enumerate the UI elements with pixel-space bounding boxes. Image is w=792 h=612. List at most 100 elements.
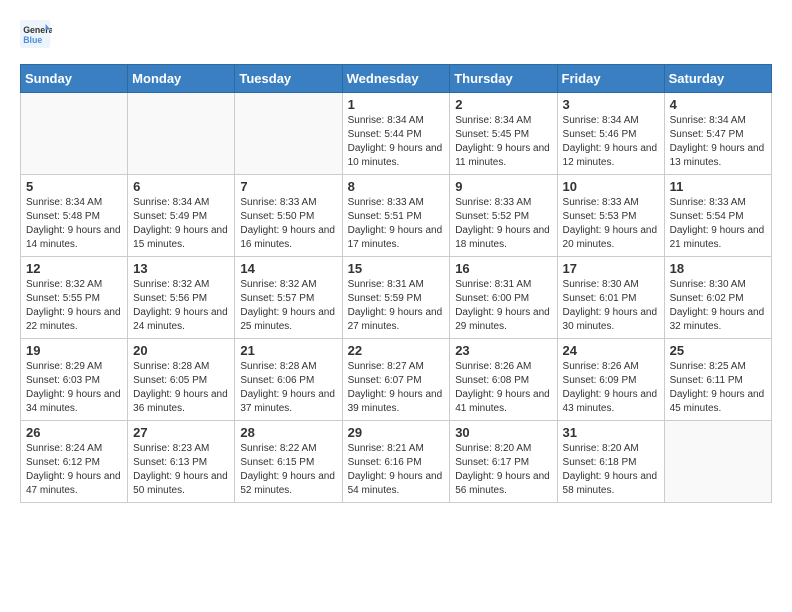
calendar-cell: 13 Sunrise: 8:32 AM Sunset: 5:56 PM Dayli… — [128, 257, 235, 339]
calendar-cell: 4 Sunrise: 8:34 AM Sunset: 5:47 PM Daylig… — [664, 93, 771, 175]
calendar-cell: 2Sunrise: 8:34 AM Sunset: 5:45 PM Daylig… — [450, 93, 557, 175]
calendar-cell: 11 Sunrise: 8:33 AM Sunset: 5:54 PM Dayli… — [664, 175, 771, 257]
cell-info: Sunrise: 8:20 AM Sunset: 6:18 PM Dayligh… — [563, 442, 659, 498]
cell-info: Sunrise: 8:27 AM Sunset: 6:07 PM Dayligh… — [348, 360, 445, 416]
cell-date-number: 4 — [670, 97, 766, 112]
calendar-cell: 14Sunrise: 8:32 AM Sunset: 5:57 PM Dayli… — [235, 257, 342, 339]
cell-date-number: 24 — [563, 343, 659, 358]
weekday-header-monday: Monday — [128, 65, 235, 93]
calendar-cell: 29 Sunrise: 8:21 AM Sunset: 6:16 PM Dayli… — [342, 421, 450, 503]
cell-date-number: 11 — [670, 179, 766, 194]
calendar-cell: 20 Sunrise: 8:28 AM Sunset: 6:05 PM Dayli… — [128, 339, 235, 421]
calendar-week-row: 5 Sunrise: 8:34 AM Sunset: 5:48 PM Daylig… — [21, 175, 772, 257]
cell-info: Sunrise: 8:20 AM Sunset: 6:17 PM Dayligh… — [455, 442, 551, 498]
calendar-cell: 5 Sunrise: 8:34 AM Sunset: 5:48 PM Daylig… — [21, 175, 128, 257]
calendar-cell — [235, 93, 342, 175]
cell-date-number: 12 — [26, 261, 122, 276]
cell-date-number: 16 — [455, 261, 551, 276]
calendar-cell: 26 Sunrise: 8:24 AM Sunset: 6:12 PM Dayli… — [21, 421, 128, 503]
cell-info: Sunrise: 8:33 AM Sunset: 5:51 PM Dayligh… — [348, 196, 445, 252]
page-header: General Blue — [20, 20, 772, 48]
cell-date-number: 29 — [348, 425, 445, 440]
cell-info: Sunrise: 8:34 AM Sunset: 5:49 PM Dayligh… — [133, 196, 229, 252]
cell-info: Sunrise: 8:25 AM Sunset: 6:11 PM Dayligh… — [670, 360, 766, 416]
cell-info: Sunrise: 8:34 AM Sunset: 5:48 PM Dayligh… — [26, 196, 122, 252]
calendar-cell: 19Sunrise: 8:29 AM Sunset: 6:03 PM Dayli… — [21, 339, 128, 421]
cell-info: Sunrise: 8:32 AM Sunset: 5:57 PM Dayligh… — [240, 278, 336, 334]
cell-date-number: 28 — [240, 425, 336, 440]
cell-info: Sunrise: 8:21 AM Sunset: 6:16 PM Dayligh… — [348, 442, 445, 498]
calendar-cell: 10 Sunrise: 8:33 AM Sunset: 5:53 PM Dayli… — [557, 175, 664, 257]
weekday-header-thursday: Thursday — [450, 65, 557, 93]
calendar-table: SundayMondayTuesdayWednesdayThursdayFrid… — [20, 64, 772, 503]
calendar-cell: 30Sunrise: 8:20 AM Sunset: 6:17 PM Dayli… — [450, 421, 557, 503]
cell-date-number: 8 — [348, 179, 445, 194]
cell-info: Sunrise: 8:33 AM Sunset: 5:50 PM Dayligh… — [240, 196, 336, 252]
calendar-cell: 8 Sunrise: 8:33 AM Sunset: 5:51 PM Daylig… — [342, 175, 450, 257]
weekday-header-tuesday: Tuesday — [235, 65, 342, 93]
cell-date-number: 18 — [670, 261, 766, 276]
cell-date-number: 10 — [563, 179, 659, 194]
calendar-cell: 27 Sunrise: 8:23 AM Sunset: 6:13 PM Dayli… — [128, 421, 235, 503]
cell-date-number: 15 — [348, 261, 445, 276]
calendar-week-row: 1Sunrise: 8:34 AM Sunset: 5:44 PM Daylig… — [21, 93, 772, 175]
calendar-cell: 17Sunrise: 8:30 AM Sunset: 6:01 PM Dayli… — [557, 257, 664, 339]
cell-date-number: 31 — [563, 425, 659, 440]
calendar-week-row: 12 Sunrise: 8:32 AM Sunset: 5:55 PM Dayli… — [21, 257, 772, 339]
calendar-cell — [128, 93, 235, 175]
calendar-cell: 25 Sunrise: 8:25 AM Sunset: 6:11 PM Dayli… — [664, 339, 771, 421]
calendar-cell: 1Sunrise: 8:34 AM Sunset: 5:44 PM Daylig… — [342, 93, 450, 175]
cell-info: Sunrise: 8:34 AM Sunset: 5:47 PM Dayligh… — [670, 114, 766, 170]
calendar-cell: 21 Sunrise: 8:28 AM Sunset: 6:06 PM Dayli… — [235, 339, 342, 421]
cell-info: Sunrise: 8:26 AM Sunset: 6:08 PM Dayligh… — [455, 360, 551, 416]
cell-date-number: 7 — [240, 179, 336, 194]
calendar-cell: 28 Sunrise: 8:22 AM Sunset: 6:15 PM Dayli… — [235, 421, 342, 503]
weekday-header-friday: Friday — [557, 65, 664, 93]
cell-info: Sunrise: 8:28 AM Sunset: 6:05 PM Dayligh… — [133, 360, 229, 416]
cell-date-number: 21 — [240, 343, 336, 358]
weekday-header-wednesday: Wednesday — [342, 65, 450, 93]
calendar-cell — [664, 421, 771, 503]
svg-text:Blue: Blue — [23, 35, 42, 45]
calendar-cell: 3 Sunrise: 8:34 AM Sunset: 5:46 PM Daylig… — [557, 93, 664, 175]
calendar-cell: 24 Sunrise: 8:26 AM Sunset: 6:09 PM Dayli… — [557, 339, 664, 421]
cell-date-number: 19 — [26, 343, 122, 358]
calendar-cell: 23Sunrise: 8:26 AM Sunset: 6:08 PM Dayli… — [450, 339, 557, 421]
cell-date-number: 26 — [26, 425, 122, 440]
cell-date-number: 6 — [133, 179, 229, 194]
cell-date-number: 22 — [348, 343, 445, 358]
cell-info: Sunrise: 8:33 AM Sunset: 5:52 PM Dayligh… — [455, 196, 551, 252]
cell-info: Sunrise: 8:32 AM Sunset: 5:56 PM Dayligh… — [133, 278, 229, 334]
cell-date-number: 20 — [133, 343, 229, 358]
cell-info: Sunrise: 8:34 AM Sunset: 5:46 PM Dayligh… — [563, 114, 659, 170]
cell-date-number: 17 — [563, 261, 659, 276]
cell-date-number: 13 — [133, 261, 229, 276]
cell-date-number: 5 — [26, 179, 122, 194]
cell-info: Sunrise: 8:22 AM Sunset: 6:15 PM Dayligh… — [240, 442, 336, 498]
calendar-cell: 31 Sunrise: 8:20 AM Sunset: 6:18 PM Dayli… — [557, 421, 664, 503]
cell-date-number: 3 — [563, 97, 659, 112]
cell-info: Sunrise: 8:30 AM Sunset: 6:02 PM Dayligh… — [670, 278, 766, 334]
cell-info: Sunrise: 8:33 AM Sunset: 5:54 PM Dayligh… — [670, 196, 766, 252]
cell-info: Sunrise: 8:26 AM Sunset: 6:09 PM Dayligh… — [563, 360, 659, 416]
cell-info: Sunrise: 8:28 AM Sunset: 6:06 PM Dayligh… — [240, 360, 336, 416]
weekday-header-row: SundayMondayTuesdayWednesdayThursdayFrid… — [21, 65, 772, 93]
cell-info: Sunrise: 8:34 AM Sunset: 5:45 PM Dayligh… — [455, 114, 551, 170]
cell-info: Sunrise: 8:23 AM Sunset: 6:13 PM Dayligh… — [133, 442, 229, 498]
cell-info: Sunrise: 8:31 AM Sunset: 5:59 PM Dayligh… — [348, 278, 445, 334]
logo: General Blue — [20, 20, 52, 48]
calendar-week-row: 26 Sunrise: 8:24 AM Sunset: 6:12 PM Dayli… — [21, 421, 772, 503]
calendar-cell: 6 Sunrise: 8:34 AM Sunset: 5:49 PM Daylig… — [128, 175, 235, 257]
calendar-cell: 7 Sunrise: 8:33 AM Sunset: 5:50 PM Daylig… — [235, 175, 342, 257]
cell-info: Sunrise: 8:33 AM Sunset: 5:53 PM Dayligh… — [563, 196, 659, 252]
calendar-week-row: 19Sunrise: 8:29 AM Sunset: 6:03 PM Dayli… — [21, 339, 772, 421]
calendar-cell: 18 Sunrise: 8:30 AM Sunset: 6:02 PM Dayli… — [664, 257, 771, 339]
cell-date-number: 9 — [455, 179, 551, 194]
calendar-cell: 12 Sunrise: 8:32 AM Sunset: 5:55 PM Dayli… — [21, 257, 128, 339]
cell-date-number: 25 — [670, 343, 766, 358]
cell-info: Sunrise: 8:32 AM Sunset: 5:55 PM Dayligh… — [26, 278, 122, 334]
calendar-cell — [21, 93, 128, 175]
cell-info: Sunrise: 8:24 AM Sunset: 6:12 PM Dayligh… — [26, 442, 122, 498]
calendar-cell: 9 Sunrise: 8:33 AM Sunset: 5:52 PM Daylig… — [450, 175, 557, 257]
cell-date-number: 27 — [133, 425, 229, 440]
